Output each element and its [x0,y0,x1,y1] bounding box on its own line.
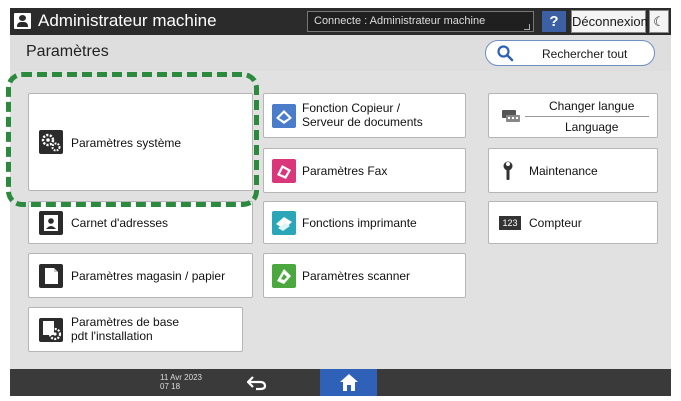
back-arrow-icon[interactable] [244,372,270,393]
tile-address-book[interactable]: Carnet d'adresses [28,201,253,244]
top-bar: Administrateur machine Connecte : Admini… [10,8,671,35]
screen: Administrateur machine Connecte : Admini… [0,0,681,401]
tile-printer-functions[interactable]: Fonctions imprimante [263,201,466,244]
tile-fax-settings[interactable]: Paramètres Fax [263,148,466,193]
expand-corner-icon [524,24,530,30]
tile-copier-label-line2: Serveur de documents [302,115,423,129]
bottom-bar: 11 Avr 2023 07 18 [10,369,671,396]
tile-fax-settings-label: Paramètres Fax [302,164,388,178]
tile-scanner-settings[interactable]: Paramètres scanner [263,253,466,298]
tile-change-language[interactable]: Changer langue Language [488,93,658,138]
user-icon [14,13,31,29]
search-all-button[interactable]: Rechercher tout [485,40,655,66]
user-title: Administrateur machine [38,11,217,30]
tile-maintenance-label: Maintenance [529,164,598,178]
tile-counter-label: Compteur [529,216,582,230]
page-title: Paramètres [26,43,109,60]
connection-status-label: Connecte : Administrateur machine [314,15,486,27]
search-icon [497,45,514,62]
tile-scanner-settings-label: Paramètres scanner [302,269,411,283]
tile-address-book-label: Carnet d'adresses [71,216,169,230]
tile-tray-paper-settings[interactable]: Paramètres magasin / papier [28,253,253,298]
date-time: 11 Avr 2023 07 18 [160,373,202,391]
time-label: 07 18 [160,382,181,391]
tile-printer-functions-label: Fonctions imprimante [302,216,417,230]
copier-icon [272,104,296,128]
setup-gears-icon [39,318,63,342]
moon-icon: ☾ [653,14,665,29]
tile-initial-setup-label-line1: Paramètres de base [71,315,180,329]
settings-panel: Paramètres système Carnet d'adresses Par… [10,71,671,369]
tile-initial-setup[interactable]: Paramètres de base pdt l'installation [28,307,243,352]
home-icon [340,374,358,391]
search-all-label: Rechercher tout [542,47,628,61]
connection-status[interactable]: Connecte : Administrateur machine [307,11,534,32]
help-button[interactable]: ? [542,11,566,32]
tile-system-settings[interactable]: Paramètres système [28,93,253,191]
address-book-icon [39,211,63,235]
printer-icon [272,211,296,235]
gears-icon [39,130,63,154]
paper-tray-icon [39,264,63,288]
counter-badge-icon: 123 [499,216,521,230]
tile-tray-paper-settings-label: Paramètres magasin / papier [71,269,226,283]
page-header: Paramètres Rechercher tout [10,35,671,71]
logout-button[interactable]: Déconnexion [571,10,648,33]
wrench-icon [503,161,513,180]
tile-initial-setup-label-line2: pdt l'installation [71,329,153,343]
tile-counter[interactable]: 123 Compteur [488,201,658,244]
night-mode-button[interactable]: ☾ [649,10,669,33]
language-divider [525,116,649,117]
keyboard-language-icon [502,110,520,122]
tile-maintenance[interactable]: Maintenance [488,148,658,193]
tile-language-label: Language [565,120,619,134]
date-label: 11 Avr 2023 [160,373,202,382]
fax-icon [272,159,296,183]
tile-change-language-label: Changer langue [549,99,635,113]
tile-system-settings-label: Paramètres système [71,136,182,150]
tile-copier-label-line1: Fonction Copieur / [302,101,401,115]
home-button[interactable] [320,369,377,396]
tile-copier-document-server[interactable]: Fonction Copieur / Serveur de documents [263,93,466,138]
scanner-icon [272,264,296,288]
